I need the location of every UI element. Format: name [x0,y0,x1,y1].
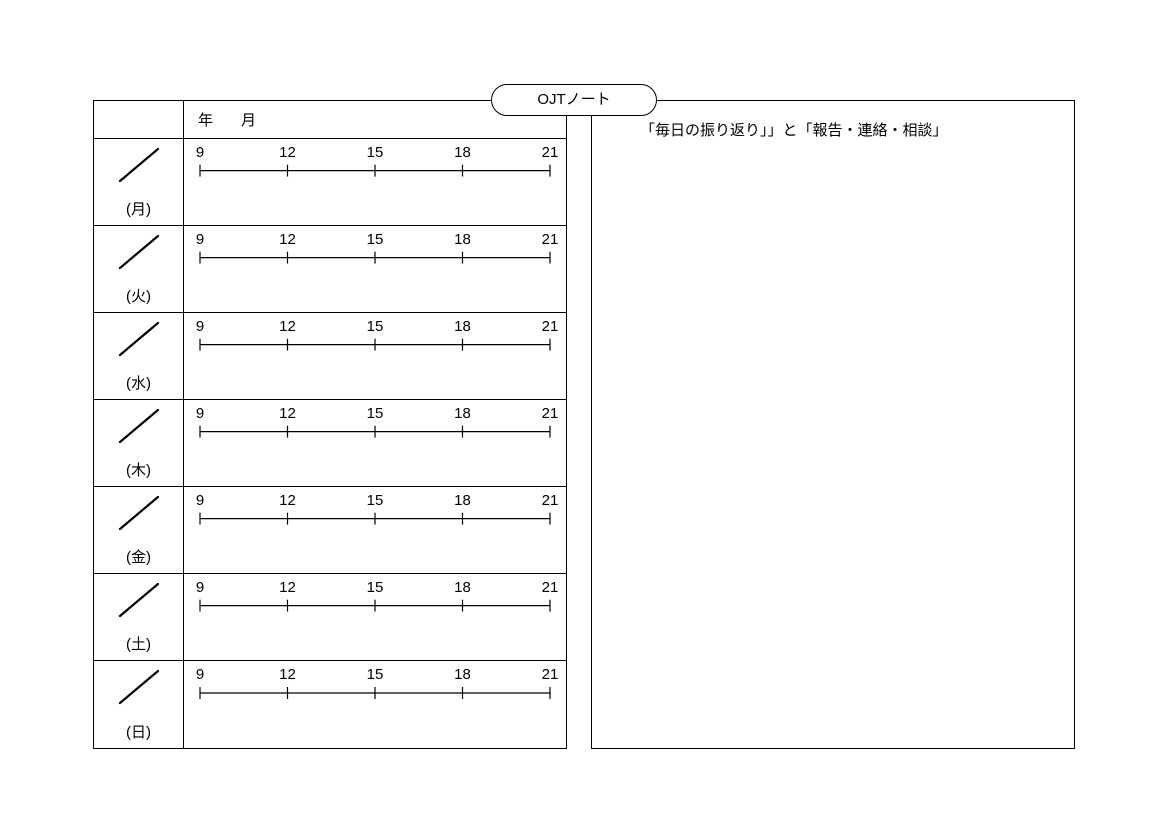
timeline-axis [184,313,566,399]
day-row: (水) 912151821 [94,313,566,400]
day-date-cell: (金) [94,487,184,573]
slash-icon [114,408,164,444]
day-row: (木) 912151821 [94,400,566,487]
slash-icon [114,321,164,357]
title-pill: OJTノート [491,84,657,116]
header-date-spacer [94,101,184,138]
day-row: (金) 912151821 [94,487,566,574]
year-label: 年 [198,109,213,130]
day-timeline-cell: 912151821 [184,313,566,399]
timeline-axis [184,574,566,660]
day-timeline-cell: 912151821 [184,226,566,312]
days-container: (月) 912151821 (火) 912151821 (水) [94,139,566,748]
slash-icon [114,495,164,531]
timeline-axis [184,487,566,573]
slash-icon [114,147,164,183]
right-panel: 「毎日の振り返り」」と「報告・連絡・相談」 [591,100,1075,749]
day-row: (土) 912151821 [94,574,566,661]
timeline-axis [184,139,566,225]
timeline-axis [184,661,566,748]
day-row: (日) 912151821 [94,661,566,748]
day-timeline-cell: 912151821 [184,574,566,660]
month-label: 月 [241,109,256,130]
day-date-cell: (火) [94,226,184,312]
day-date-cell: (土) [94,574,184,660]
day-label: (水) [94,372,183,393]
day-label: (月) [94,198,183,219]
day-date-cell: (日) [94,661,184,748]
day-row: (月) 912151821 [94,139,566,226]
day-date-cell: (水) [94,313,184,399]
day-timeline-cell: 912151821 [184,139,566,225]
day-label: (木) [94,459,183,480]
day-label: (土) [94,633,183,654]
slash-icon [114,234,164,270]
slash-icon [114,669,164,705]
day-label: (日) [94,721,183,742]
left-panel: 年 月 (月) 912151821 (火) 912151821 [93,100,567,749]
day-timeline-cell: 912151821 [184,400,566,486]
day-date-cell: (月) [94,139,184,225]
day-label: (火) [94,285,183,306]
right-header: 「毎日の振り返り」」と「報告・連絡・相談」 [592,101,1074,140]
day-timeline-cell: 912151821 [184,487,566,573]
timeline-axis [184,226,566,312]
slash-icon [114,582,164,618]
day-row: (火) 912151821 [94,226,566,313]
day-date-cell: (木) [94,400,184,486]
day-label: (金) [94,546,183,567]
day-timeline-cell: 912151821 [184,661,566,748]
timeline-axis [184,400,566,486]
